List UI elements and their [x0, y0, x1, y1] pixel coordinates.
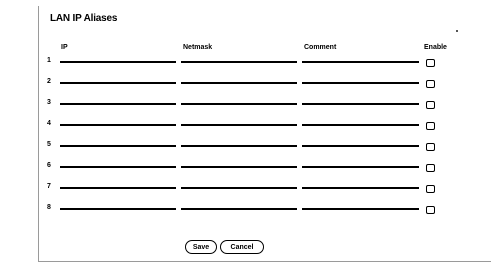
enable-checkbox[interactable] — [426, 206, 435, 214]
ip-address-input[interactable] — [60, 137, 176, 147]
ip-address-input[interactable] — [60, 95, 176, 105]
enable-checkbox[interactable] — [426, 80, 435, 88]
row-number: 8 — [47, 204, 51, 211]
enable-checkbox[interactable] — [426, 122, 435, 130]
ip-address-input[interactable] — [60, 53, 176, 63]
ip-address-input[interactable] — [60, 179, 176, 189]
enable-checkbox[interactable] — [426, 59, 435, 67]
netmask-input[interactable] — [181, 74, 297, 84]
ip-address-input[interactable] — [60, 158, 176, 168]
ip-address-input[interactable] — [60, 200, 176, 210]
ip-address-input[interactable] — [60, 116, 176, 126]
netmask-input[interactable] — [181, 158, 297, 168]
comment-input[interactable] — [302, 53, 419, 63]
enable-checkbox[interactable] — [426, 164, 435, 172]
enable-checkbox[interactable] — [426, 185, 435, 193]
column-header-ip: IP — [61, 44, 68, 51]
row-number: 2 — [47, 78, 51, 85]
comment-input[interactable] — [302, 116, 419, 126]
column-header-comment: Comment — [304, 44, 337, 51]
netmask-input[interactable] — [181, 200, 297, 210]
save-button[interactable]: Save — [185, 240, 217, 254]
comment-input[interactable] — [302, 74, 419, 84]
netmask-input[interactable] — [181, 95, 297, 105]
netmask-input[interactable] — [181, 53, 297, 63]
row-number: 3 — [47, 99, 51, 106]
comment-input[interactable] — [302, 200, 419, 210]
enable-checkbox[interactable] — [426, 143, 435, 151]
row-number: 5 — [47, 141, 51, 148]
comment-input[interactable] — [302, 137, 419, 147]
enable-checkbox[interactable] — [426, 101, 435, 109]
netmask-input[interactable] — [181, 137, 297, 147]
row-number: 6 — [47, 162, 51, 169]
row-number: 7 — [47, 183, 51, 190]
netmask-input[interactable] — [181, 116, 297, 126]
comment-input[interactable] — [302, 158, 419, 168]
page-title: LAN IP Aliases — [50, 13, 118, 24]
comment-input[interactable] — [302, 95, 419, 105]
cancel-button[interactable]: Cancel — [220, 240, 264, 254]
column-header-netmask: Netmask — [183, 44, 213, 51]
row-number: 1 — [47, 57, 51, 64]
netmask-input[interactable] — [181, 179, 297, 189]
comment-input[interactable] — [302, 179, 419, 189]
ip-address-input[interactable] — [60, 74, 176, 84]
table-row: 8 — [0, 200, 492, 224]
decorative-dot — [456, 30, 458, 32]
row-number: 4 — [47, 120, 51, 127]
column-header-enable: Enable — [424, 44, 447, 51]
